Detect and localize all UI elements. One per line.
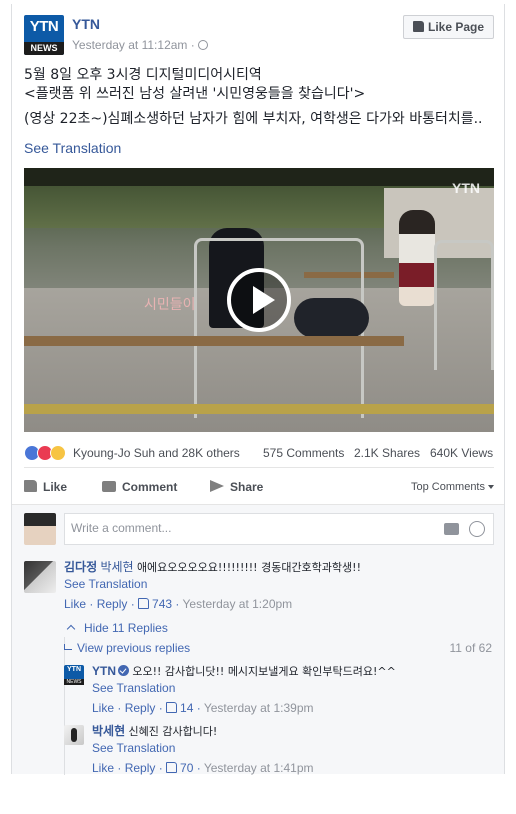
comment-text: 신혜진 감사합니다! — [128, 725, 218, 738]
avatar[interactable]: YTN NEWS — [64, 665, 84, 685]
page-avatar[interactable]: YTN NEWS — [24, 15, 64, 55]
comment-time[interactable]: Yesterday at 1:41pm — [204, 761, 314, 775]
avatar[interactable] — [64, 725, 84, 745]
video-student — [399, 210, 435, 306]
wow-reaction-icon[interactable] — [50, 445, 66, 461]
divider — [24, 467, 494, 468]
reply-item: 박세현 신혜진 감사합니다! See Translation Like · Re… — [92, 723, 492, 776]
video-railing — [434, 240, 494, 370]
views-count: 640K Views — [430, 446, 494, 460]
share-button[interactable]: Share — [210, 480, 263, 494]
comment-composer[interactable] — [64, 513, 494, 545]
view-previous-label: View previous replies — [77, 641, 191, 655]
comment-like-link[interactable]: Like — [92, 701, 114, 715]
tagged-user[interactable]: 박세현 — [100, 560, 133, 574]
comment-like-count[interactable]: 14 — [180, 701, 193, 715]
view-previous-replies-link[interactable]: View previous replies — [64, 641, 190, 655]
sort-label: Top Comments — [411, 481, 485, 493]
thumbs-up-icon — [412, 21, 424, 32]
see-translation-link[interactable]: See Translation — [92, 680, 492, 696]
camera-icon[interactable] — [444, 523, 459, 535]
commenter-name[interactable]: 박세현 — [92, 724, 125, 738]
avatar[interactable] — [24, 561, 56, 593]
share-label: Share — [230, 480, 264, 494]
post-line-1: 5월 8일 오후 3시경 디지털미디어시티역 — [24, 67, 262, 83]
reply-thread-line — [64, 637, 65, 775]
globe-icon — [197, 40, 208, 50]
logo-subtext: NEWS — [24, 42, 64, 55]
thumbs-up-icon — [166, 702, 178, 713]
comment-label: Comment — [122, 480, 178, 494]
logo-text: YTN — [67, 666, 81, 673]
comment-like-link[interactable]: Like — [92, 761, 114, 775]
comment-reply-link[interactable]: Reply — [97, 597, 128, 611]
see-translation-link[interactable]: See Translation — [24, 140, 121, 156]
see-translation-link[interactable]: See Translation — [64, 576, 494, 592]
comment-meta: Like · Reply · 743 · Yesterday at 1:20pm — [64, 597, 293, 611]
like-page-button[interactable]: Like Page — [403, 15, 494, 39]
video-safety-line — [24, 404, 494, 414]
video-bench — [24, 336, 404, 346]
comment-meta: Like · Reply · 14 · Yesterday at 1:39pm — [92, 701, 314, 715]
comment-time[interactable]: Yesterday at 1:39pm — [204, 701, 314, 715]
post-line-3: (영상 22초~)심폐소생하던 남자가 힘에 부치자, 여학생은 다가와 바통터… — [24, 111, 483, 127]
page-name[interactable]: YTN — [72, 16, 100, 32]
comment-button[interactable]: Comment — [102, 480, 177, 494]
emoji-icon[interactable] — [469, 521, 485, 537]
avatar[interactable] — [24, 513, 56, 545]
chevron-down-icon — [488, 485, 494, 489]
like-page-label: Like Page — [427, 20, 485, 34]
comment-text: 애에요오오오오요!!!!!!!!! 경동대간호학과학생!! — [136, 561, 361, 574]
comment-reply-link[interactable]: Reply — [125, 761, 156, 775]
video-player[interactable]: 시민들이 YTN — [24, 168, 494, 432]
hide-replies-label: Hide 11 Replies — [84, 621, 168, 635]
verified-badge-icon — [118, 665, 129, 676]
post-stats: Kyoung-Jo Suh and 28K others 575 Comment… — [24, 444, 494, 462]
comment-like-link[interactable]: Like — [64, 597, 86, 611]
reactions-summary[interactable]: Kyoung-Jo Suh and 28K others — [73, 446, 240, 460]
chevron-up-icon — [66, 624, 76, 634]
comment-reply-link[interactable]: Reply — [125, 701, 156, 715]
post-text: 5월 8일 오후 3시경 디지털미디어시티역 <플랫폼 위 쓰러진 남성 살려낸 … — [24, 66, 494, 135]
video-watermark: YTN — [452, 180, 480, 196]
comments-count[interactable]: 575 Comments — [263, 446, 344, 460]
comment-item: 김다정 박세현 애에요오오오오요!!!!!!!!! 경동대간호학과학생!! Se… — [64, 559, 494, 612]
see-translation-link[interactable]: See Translation — [92, 740, 492, 756]
post-timestamp[interactable]: Yesterday at 11:12am · — [72, 38, 208, 52]
comment-time[interactable]: Yesterday at 1:20pm — [183, 597, 293, 611]
thumbs-up-icon — [138, 598, 150, 609]
logo-text: YTN — [29, 18, 59, 35]
like-button[interactable]: Like — [24, 480, 67, 494]
video-caption: 시민들이 — [144, 297, 196, 313]
commenter-name[interactable]: 김다정 — [64, 560, 97, 574]
comment-like-count[interactable]: 743 — [152, 597, 172, 611]
comments-section: 김다정 박세현 애에요오오오오요!!!!!!!!! 경동대간호학과학생!! Se… — [12, 504, 504, 776]
thumbs-up-icon — [24, 480, 37, 492]
shares-count[interactable]: 2.1K Shares — [354, 446, 420, 460]
video-roof — [24, 168, 494, 186]
post-line-2: <플랫폼 위 쓰러진 남성 살려낸 '시민영웅들을 찾습니다'> — [24, 86, 366, 102]
commenter-name[interactable]: YTN — [92, 664, 116, 678]
reply-item: YTN 오오!! 감사합니닷!! 메시지보낼게요 확인부탁드려요!^^ See … — [92, 663, 492, 716]
logo-subtext: NEWS — [64, 679, 84, 685]
post-header: YTN NEWS YTN Yesterday at 11:12am · Like… — [24, 15, 494, 59]
comment-meta: Like · Reply · 70 · Yesterday at 1:41pm — [92, 761, 314, 775]
post-actions: Like Comment Share Top Comments — [24, 476, 494, 500]
share-icon — [210, 480, 224, 492]
comment-text: 오오!! 감사합니닷!! 메시지보낼게요 확인부탁드려요!^^ — [132, 665, 396, 678]
video-person — [294, 298, 369, 338]
hide-replies-link[interactable]: Hide 11 Replies — [66, 621, 168, 635]
reply-counter: 11 of 62 — [449, 641, 492, 655]
comment-like-count[interactable]: 70 — [180, 761, 193, 775]
comment-sort-dropdown[interactable]: Top Comments — [411, 481, 494, 493]
comment-icon — [102, 481, 116, 492]
post-card: YTN NEWS YTN Yesterday at 11:12am · Like… — [11, 4, 505, 776]
like-label: Like — [43, 480, 68, 494]
reply-arrow-icon — [64, 644, 72, 650]
play-button-icon[interactable] — [227, 268, 291, 332]
thumbs-up-icon — [166, 762, 178, 773]
timestamp-text[interactable]: Yesterday at 11:12am — [72, 38, 187, 52]
comment-input[interactable] — [71, 521, 431, 535]
